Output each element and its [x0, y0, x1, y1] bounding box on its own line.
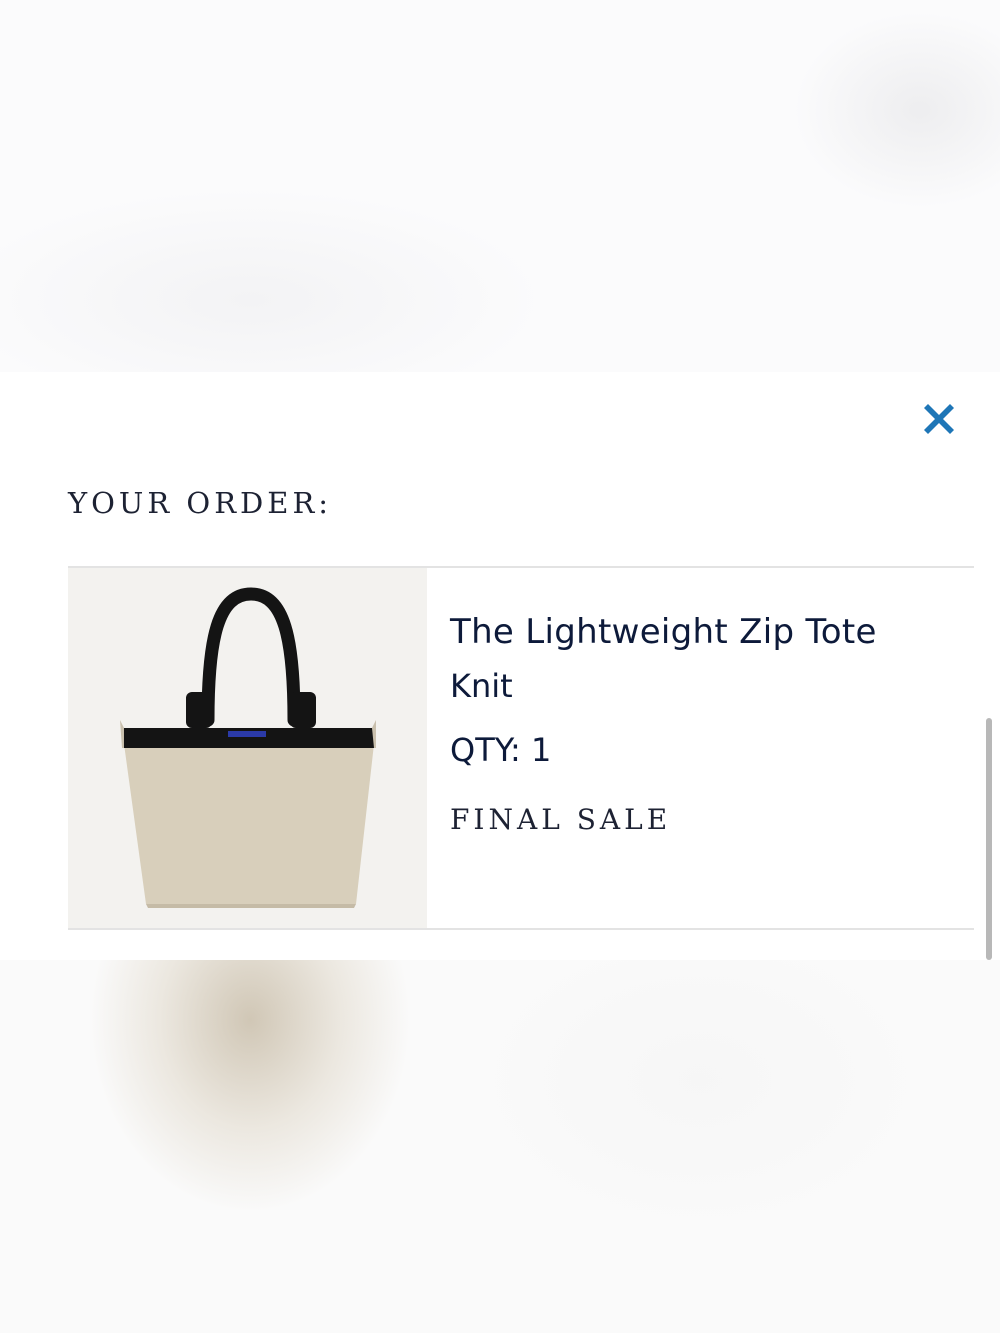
product-name[interactable]: The Lightweight Zip Tote [450, 610, 877, 654]
item-details: The Lightweight Zip Tote Knit QTY: 1 FIN… [427, 568, 877, 928]
blurred-background-bottom [0, 960, 1000, 1333]
product-quantity: QTY: 1 [450, 731, 552, 769]
product-image[interactable] [68, 568, 427, 928]
order-heading: YOUR ORDER: [68, 486, 333, 520]
final-sale-badge: FINAL SALE [450, 803, 672, 836]
close-icon [924, 404, 954, 434]
close-button[interactable] [916, 396, 962, 442]
blurred-background-top [0, 0, 1000, 372]
tote-bag-illustration [68, 568, 427, 928]
order-panel: YOUR ORDER: The Lightweight Zip Tote Kni… [0, 372, 1000, 960]
scrollbar[interactable] [986, 718, 992, 960]
product-variant: Knit [450, 667, 513, 705]
page: YOUR ORDER: The Lightweight Zip Tote Kni… [0, 0, 1000, 1333]
order-item: The Lightweight Zip Tote Knit QTY: 1 FIN… [68, 566, 974, 930]
